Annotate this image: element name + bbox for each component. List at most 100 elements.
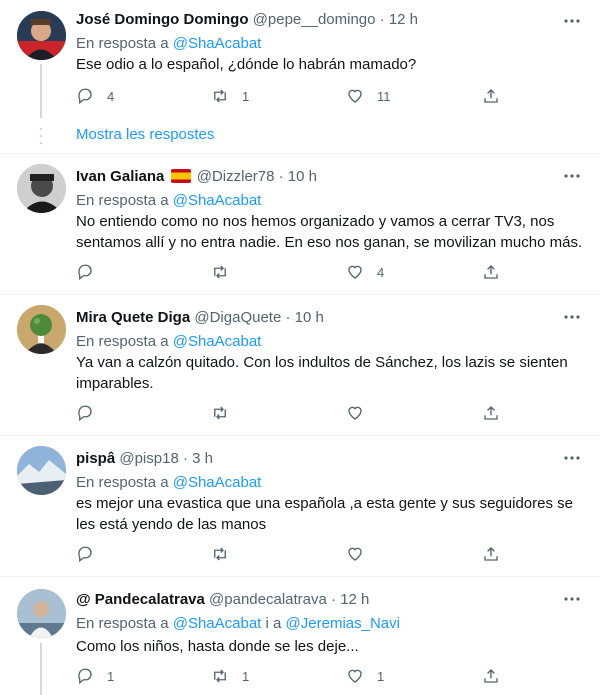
timestamp[interactable]: · 10 h <box>279 168 317 185</box>
reply-context: En resposta a @ShaAcabat i a @Jeremias_N… <box>76 615 400 632</box>
reply-button[interactable]: 4 <box>76 85 114 107</box>
author-name[interactable]: @ Pandecalatrava <box>76 591 205 608</box>
tweet-text: Ya van a calzón quitado. Con los indulto… <box>76 354 568 392</box>
share-button[interactable] <box>482 85 500 107</box>
timestamp[interactable]: · 12 h <box>380 11 418 28</box>
reply-button[interactable] <box>76 261 107 283</box>
like-button[interactable]: 1 <box>346 665 384 687</box>
reply-context: En resposta a @ShaAcabat <box>76 35 262 52</box>
reply-count: 1 <box>107 668 115 684</box>
share-button[interactable] <box>482 402 500 424</box>
author-name[interactable]: pispâ <box>76 450 115 467</box>
tweet-actions: 4 1 11 <box>76 85 506 107</box>
reply-icon <box>78 405 92 422</box>
avatar[interactable] <box>17 11 66 60</box>
tweet[interactable]: @ Pandecalatrava @pandecalatrava · 12 h … <box>0 577 600 695</box>
thread-line <box>40 64 42 118</box>
spain-flag-icon <box>170 169 191 183</box>
thread-line <box>40 643 42 695</box>
retweet-button[interactable] <box>211 543 242 565</box>
mention-link[interactable]: @ShaAcabat <box>173 35 262 52</box>
reply-button[interactable] <box>76 543 107 565</box>
tweet[interactable]: Ivan Galiana @Dizzler78 · 10 h En respos… <box>0 154 600 294</box>
avatar-mountains-icon <box>17 446 66 495</box>
heart-icon <box>348 669 362 683</box>
avatar[interactable] <box>17 305 66 354</box>
mention-link[interactable]: @ShaAcabat <box>173 474 262 491</box>
like-count: 4 <box>377 264 385 280</box>
more-options-icon[interactable] <box>562 307 582 327</box>
tweet[interactable]: Mira Quete Diga @DigaQuete · 10 h En res… <box>0 295 600 435</box>
tweet[interactable]: pispâ @pisp18 · 3 h En resposta a @ShaAc… <box>0 436 600 576</box>
share-button[interactable] <box>482 543 500 565</box>
like-button[interactable] <box>346 402 377 424</box>
avatar-photo-man-red-icon <box>17 11 66 60</box>
timestamp[interactable]: · 3 h <box>183 450 213 467</box>
mention-link-2[interactable]: @Jeremias_Navi <box>286 615 400 632</box>
author-name[interactable]: Ivan Galiana <box>76 168 164 185</box>
like-button[interactable] <box>346 543 377 565</box>
tweet-actions: 4 <box>76 261 506 283</box>
retweet-button[interactable] <box>211 402 242 424</box>
reply-icon <box>78 668 92 685</box>
retweet-icon <box>214 265 226 279</box>
author-name[interactable]: José Domingo Domingo <box>76 11 249 28</box>
retweet-count: 1 <box>242 88 250 104</box>
author-handle[interactable]: @Dizzler78 <box>197 168 275 185</box>
mention-link[interactable]: @ShaAcabat <box>173 615 262 632</box>
reply-icon <box>78 88 92 105</box>
retweet-icon <box>214 406 226 420</box>
avatar[interactable] <box>17 446 66 495</box>
timestamp[interactable]: · 12 h <box>331 591 369 608</box>
more-options-icon[interactable] <box>562 589 582 609</box>
share-button[interactable] <box>482 665 500 687</box>
like-count: 11 <box>377 88 391 104</box>
reply-context: En resposta a @ShaAcabat <box>76 192 262 209</box>
reply-button[interactable] <box>76 402 107 424</box>
more-options-icon[interactable] <box>562 166 582 186</box>
heart-icon <box>348 265 362 279</box>
author-name[interactable]: Mira Quete Diga <box>76 309 190 326</box>
tweet-text: Como los niños, hasta donde se les deje.… <box>76 638 359 655</box>
retweet-button[interactable]: 1 <box>211 85 249 107</box>
reply-icon <box>78 264 92 281</box>
author-handle[interactable]: @DigaQuete <box>194 309 281 326</box>
retweet-icon <box>214 669 226 683</box>
more-options-icon[interactable] <box>562 448 582 468</box>
tweet-actions <box>76 402 506 424</box>
avatar[interactable] <box>17 164 66 213</box>
tweet-text: No entiendo como no nos hemos organizado… <box>76 213 583 251</box>
timestamp[interactable]: · 10 h <box>286 309 324 326</box>
retweet-count: 1 <box>242 668 250 684</box>
tweet[interactable]: José Domingo Domingo @pepe__domingo · 12… <box>0 0 600 150</box>
share-button[interactable] <box>482 261 500 283</box>
more-options-icon[interactable] <box>562 11 582 31</box>
mention-link[interactable]: @ShaAcabat <box>173 192 262 209</box>
avatar[interactable] <box>17 589 66 638</box>
tweet-text: Ese odio a lo español, ¿dónde lo habrán … <box>76 56 417 73</box>
thread-dots-icon <box>39 127 43 145</box>
avatar-photo-man-bw-icon <box>17 164 66 213</box>
share-icon <box>484 265 498 279</box>
heart-icon <box>348 89 362 103</box>
share-icon <box>484 406 498 420</box>
retweet-button[interactable] <box>211 261 242 283</box>
reply-button[interactable]: 1 <box>76 665 114 687</box>
like-button[interactable]: 4 <box>346 261 384 283</box>
reply-icon <box>78 546 92 563</box>
tweet-text: es mejor una evastica que una española ,… <box>76 495 573 533</box>
heart-icon <box>348 406 362 420</box>
show-replies-link[interactable]: Mostra les respostes <box>76 126 214 143</box>
tweet-actions: 1 1 1 <box>76 665 506 687</box>
retweet-button[interactable]: 1 <box>211 665 249 687</box>
retweet-icon <box>214 547 226 561</box>
heart-icon <box>348 547 362 561</box>
like-button[interactable]: 11 <box>346 85 391 107</box>
share-icon <box>484 547 498 561</box>
author-handle[interactable]: @pandecalatrava <box>209 591 327 608</box>
share-icon <box>484 89 498 103</box>
tweet-actions <box>76 543 506 565</box>
author-handle[interactable]: @pisp18 <box>119 450 178 467</box>
mention-link[interactable]: @ShaAcabat <box>173 333 262 350</box>
author-handle[interactable]: @pepe__domingo <box>253 11 376 28</box>
